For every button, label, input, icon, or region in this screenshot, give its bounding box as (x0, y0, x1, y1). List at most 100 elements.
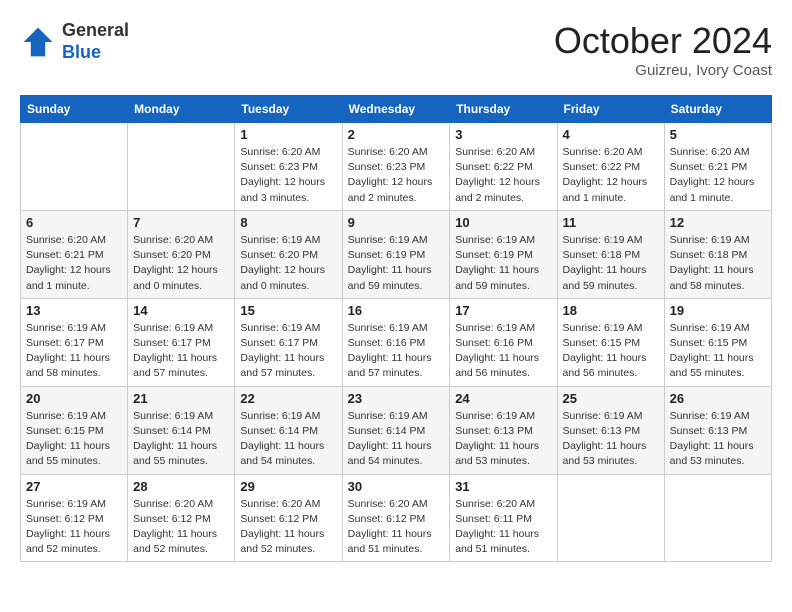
day-info: Sunrise: 6:19 AM Sunset: 6:15 PM Dayligh… (670, 321, 766, 382)
header-row: SundayMondayTuesdayWednesdayThursdayFrid… (21, 96, 772, 123)
day-cell: 20 Sunrise: 6:19 AM Sunset: 6:15 PM Dayli… (21, 386, 128, 474)
day-number: 7 (133, 215, 229, 230)
calendar-table: SundayMondayTuesdayWednesdayThursdayFrid… (20, 95, 772, 562)
day-cell (557, 474, 664, 562)
day-info: Sunrise: 6:19 AM Sunset: 6:13 PM Dayligh… (563, 409, 659, 470)
day-number: 12 (670, 215, 766, 230)
day-number: 20 (26, 391, 122, 406)
week-row: 6Sunrise: 6:20 AM Sunset: 6:21 PM Daylig… (21, 210, 772, 298)
day-cell: 19 Sunrise: 6:19 AM Sunset: 6:15 PM Dayli… (664, 298, 771, 386)
day-number: 22 (240, 391, 336, 406)
col-header-tuesday: Tuesday (235, 96, 342, 123)
day-number: 29 (240, 479, 336, 494)
day-cell: 22 Sunrise: 6:19 AM Sunset: 6:14 PM Dayli… (235, 386, 342, 474)
day-cell: 2Sunrise: 6:20 AM Sunset: 6:23 PM Daylig… (342, 123, 450, 211)
day-number: 13 (26, 303, 122, 318)
day-cell: 24 Sunrise: 6:19 AM Sunset: 6:13 PM Dayli… (450, 386, 557, 474)
page-header: General Blue October 2024 Guizreu, Ivory… (20, 20, 772, 79)
day-number: 31 (455, 479, 551, 494)
day-cell: 26 Sunrise: 6:19 AM Sunset: 6:13 PM Dayli… (664, 386, 771, 474)
day-number: 19 (670, 303, 766, 318)
day-number: 28 (133, 479, 229, 494)
day-cell: 16Sunrise: 6:19 AM Sunset: 6:16 PM Dayli… (342, 298, 450, 386)
day-cell: 8 Sunrise: 6:19 AM Sunset: 6:20 PM Daylig… (235, 210, 342, 298)
day-info: Sunrise: 6:19 AM Sunset: 6:14 PM Dayligh… (348, 409, 445, 470)
day-info: Sunrise: 6:19 AM Sunset: 6:15 PM Dayligh… (26, 409, 122, 470)
day-number: 15 (240, 303, 336, 318)
day-info: Sunrise: 6:19 AM Sunset: 6:20 PM Dayligh… (240, 233, 336, 294)
day-info: Sunrise: 6:19 AM Sunset: 6:19 PM Dayligh… (348, 233, 445, 294)
week-row: 13 Sunrise: 6:19 AM Sunset: 6:17 PM Dayli… (21, 298, 772, 386)
day-number: 3 (455, 127, 551, 142)
day-number: 2 (348, 127, 445, 142)
day-info: Sunrise: 6:19 AM Sunset: 6:17 PM Dayligh… (240, 321, 336, 382)
day-number: 8 (240, 215, 336, 230)
day-cell: 23Sunrise: 6:19 AM Sunset: 6:14 PM Dayli… (342, 386, 450, 474)
day-info: Sunrise: 6:19 AM Sunset: 6:12 PM Dayligh… (26, 497, 122, 558)
day-cell (128, 123, 235, 211)
day-cell: 31Sunrise: 6:20 AM Sunset: 6:11 PM Dayli… (450, 474, 557, 562)
week-row: 1 Sunrise: 6:20 AM Sunset: 6:23 PM Daylig… (21, 123, 772, 211)
col-header-thursday: Thursday (450, 96, 557, 123)
day-info: Sunrise: 6:20 AM Sunset: 6:12 PM Dayligh… (348, 497, 445, 558)
day-info: Sunrise: 6:19 AM Sunset: 6:13 PM Dayligh… (455, 409, 551, 470)
day-info: Sunrise: 6:19 AM Sunset: 6:15 PM Dayligh… (563, 321, 659, 382)
day-cell: 28 Sunrise: 6:20 AM Sunset: 6:12 PM Dayli… (128, 474, 235, 562)
day-cell: 18 Sunrise: 6:19 AM Sunset: 6:15 PM Dayli… (557, 298, 664, 386)
day-number: 21 (133, 391, 229, 406)
day-cell: 1 Sunrise: 6:20 AM Sunset: 6:23 PM Daylig… (235, 123, 342, 211)
day-info: Sunrise: 6:19 AM Sunset: 6:18 PM Dayligh… (563, 233, 659, 294)
day-info: Sunrise: 6:19 AM Sunset: 6:19 PM Dayligh… (455, 233, 551, 294)
day-cell: 5 Sunrise: 6:20 AM Sunset: 6:21 PM Daylig… (664, 123, 771, 211)
day-info: Sunrise: 6:19 AM Sunset: 6:14 PM Dayligh… (240, 409, 336, 470)
logo: General Blue (20, 20, 129, 63)
day-cell (664, 474, 771, 562)
day-cell: 12 Sunrise: 6:19 AM Sunset: 6:18 PM Dayli… (664, 210, 771, 298)
day-info: Sunrise: 6:19 AM Sunset: 6:16 PM Dayligh… (455, 321, 551, 382)
day-info: Sunrise: 6:20 AM Sunset: 6:21 PM Dayligh… (26, 233, 122, 294)
day-info: Sunrise: 6:20 AM Sunset: 6:22 PM Dayligh… (455, 145, 551, 206)
day-cell: 11 Sunrise: 6:19 AM Sunset: 6:18 PM Dayli… (557, 210, 664, 298)
col-header-sunday: Sunday (21, 96, 128, 123)
day-cell: 10Sunrise: 6:19 AM Sunset: 6:19 PM Dayli… (450, 210, 557, 298)
day-info: Sunrise: 6:19 AM Sunset: 6:14 PM Dayligh… (133, 409, 229, 470)
day-number: 25 (563, 391, 659, 406)
location-subtitle: Guizreu, Ivory Coast (554, 62, 772, 79)
day-number: 11 (563, 215, 659, 230)
day-cell: 15 Sunrise: 6:19 AM Sunset: 6:17 PM Dayli… (235, 298, 342, 386)
day-cell: 21 Sunrise: 6:19 AM Sunset: 6:14 PM Dayli… (128, 386, 235, 474)
day-info: Sunrise: 6:19 AM Sunset: 6:17 PM Dayligh… (26, 321, 122, 382)
day-info: Sunrise: 6:20 AM Sunset: 6:22 PM Dayligh… (563, 145, 659, 206)
day-cell: 27 Sunrise: 6:19 AM Sunset: 6:12 PM Dayli… (21, 474, 128, 562)
day-cell: 14Sunrise: 6:19 AM Sunset: 6:17 PM Dayli… (128, 298, 235, 386)
title-block: October 2024 Guizreu, Ivory Coast (554, 20, 772, 79)
day-info: Sunrise: 6:19 AM Sunset: 6:13 PM Dayligh… (670, 409, 766, 470)
day-number: 5 (670, 127, 766, 142)
day-number: 16 (348, 303, 445, 318)
day-number: 18 (563, 303, 659, 318)
day-cell: 9 Sunrise: 6:19 AM Sunset: 6:19 PM Daylig… (342, 210, 450, 298)
day-number: 1 (240, 127, 336, 142)
day-number: 30 (348, 479, 445, 494)
day-number: 26 (670, 391, 766, 406)
day-info: Sunrise: 6:20 AM Sunset: 6:12 PM Dayligh… (240, 497, 336, 558)
day-cell: 30 Sunrise: 6:20 AM Sunset: 6:12 PM Dayli… (342, 474, 450, 562)
day-number: 9 (348, 215, 445, 230)
day-info: Sunrise: 6:20 AM Sunset: 6:23 PM Dayligh… (240, 145, 336, 206)
logo-icon (20, 24, 56, 60)
day-info: Sunrise: 6:20 AM Sunset: 6:21 PM Dayligh… (670, 145, 766, 206)
day-info: Sunrise: 6:19 AM Sunset: 6:18 PM Dayligh… (670, 233, 766, 294)
col-header-monday: Monday (128, 96, 235, 123)
day-cell: 17 Sunrise: 6:19 AM Sunset: 6:16 PM Dayli… (450, 298, 557, 386)
col-header-wednesday: Wednesday (342, 96, 450, 123)
day-info: Sunrise: 6:20 AM Sunset: 6:12 PM Dayligh… (133, 497, 229, 558)
day-number: 4 (563, 127, 659, 142)
week-row: 27 Sunrise: 6:19 AM Sunset: 6:12 PM Dayli… (21, 474, 772, 562)
day-cell (21, 123, 128, 211)
col-header-saturday: Saturday (664, 96, 771, 123)
day-cell: 25 Sunrise: 6:19 AM Sunset: 6:13 PM Dayli… (557, 386, 664, 474)
day-number: 17 (455, 303, 551, 318)
month-title: October 2024 (554, 20, 772, 62)
day-number: 27 (26, 479, 122, 494)
day-number: 24 (455, 391, 551, 406)
